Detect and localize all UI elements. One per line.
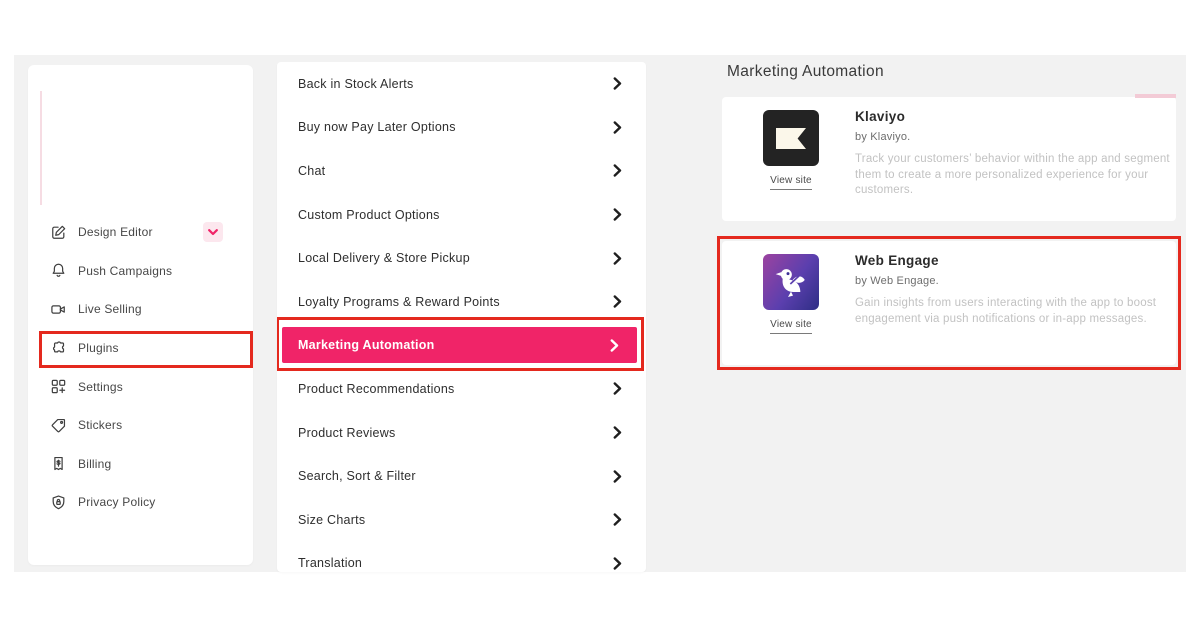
category-label: Back in Stock Alerts — [298, 77, 413, 91]
view-site-link[interactable]: View site — [770, 175, 812, 190]
chevron-right-icon — [613, 77, 622, 90]
shield-lock-icon — [49, 493, 67, 511]
bell-icon — [49, 262, 67, 280]
category-label: Loyalty Programs & Reward Points — [298, 295, 500, 309]
bird-icon — [771, 262, 811, 302]
sidebar-item-label: Privacy Policy — [78, 495, 155, 509]
sidebar-item-label: Live Selling — [78, 302, 142, 316]
category-label: Custom Product Options — [298, 208, 440, 222]
sidebar-item-label: Stickers — [78, 418, 122, 432]
sidebar-item-live-selling[interactable]: Live Selling — [28, 290, 253, 329]
sidebar-item-plugins[interactable]: Plugins — [28, 329, 253, 368]
chevron-right-icon — [613, 121, 622, 134]
sidebar-item-label: Plugins — [78, 341, 119, 355]
category-label: Marketing Automation — [298, 338, 434, 352]
chevron-right-icon — [610, 339, 619, 352]
plugin-category-list: Back in Stock Alerts Buy now Pay Later O… — [277, 62, 646, 572]
chevron-down-icon[interactable] — [203, 222, 223, 242]
category-row-chat[interactable]: Chat — [277, 149, 646, 193]
category-row-search-sort-filter[interactable]: Search, Sort & Filter — [277, 454, 646, 498]
page-title: Marketing Automation — [727, 63, 884, 81]
scrollbar-fragment[interactable] — [1135, 94, 1176, 98]
plugin-name: Klaviyo — [855, 109, 1168, 124]
category-row-loyalty-programs[interactable]: Loyalty Programs & Reward Points — [277, 280, 646, 324]
category-row-custom-product-options[interactable]: Custom Product Options — [277, 193, 646, 237]
category-row-marketing-automation[interactable]: Marketing Automation — [277, 324, 646, 368]
category-row-back-in-stock-alerts[interactable]: Back in Stock Alerts — [277, 62, 646, 106]
puzzle-icon — [49, 339, 67, 357]
category-row-product-reviews[interactable]: Product Reviews — [277, 411, 646, 455]
chevron-right-icon — [613, 470, 622, 483]
webengage-logo — [763, 254, 819, 310]
edit-icon — [49, 223, 67, 241]
category-label: Local Delivery & Store Pickup — [298, 251, 470, 265]
klaviyo-logo — [763, 110, 819, 166]
sidebar-item-billing[interactable]: Billing — [28, 445, 253, 484]
klaviyo-flag-icon — [776, 128, 806, 149]
plugin-description: Gain insights from users interacting wit… — [855, 296, 1195, 327]
category-label: Product Reviews — [298, 426, 396, 440]
sidebar-nav: Design Editor Push Campaigns Live Sellin… — [28, 213, 253, 522]
category-row-size-charts[interactable]: Size Charts — [277, 498, 646, 542]
category-label: Product Recommendations — [298, 382, 455, 396]
sidebar-item-stickers[interactable]: Stickers — [28, 406, 253, 445]
sidebar-item-settings[interactable]: Settings — [28, 367, 253, 406]
grid-plus-icon — [49, 378, 67, 396]
tag-icon — [49, 416, 67, 434]
plugin-author: by Web Engage. — [855, 275, 1168, 287]
category-row-translation[interactable]: Translation — [277, 542, 646, 572]
category-label: Search, Sort & Filter — [298, 469, 416, 483]
category-label: Chat — [298, 164, 325, 178]
category-list-clip: Back in Stock Alerts Buy now Pay Later O… — [277, 62, 646, 572]
sidebar-item-label: Design Editor — [78, 225, 153, 239]
sidebar-item-privacy-policy[interactable]: Privacy Policy — [28, 483, 253, 522]
chevron-right-icon — [613, 295, 622, 308]
sidebar-item-label: Push Campaigns — [78, 264, 172, 278]
content-area: Design Editor Push Campaigns Live Sellin… — [14, 55, 1186, 572]
plugin-card-info: Klaviyo by Klaviyo. Track your customers… — [855, 109, 1168, 199]
chevron-right-icon — [613, 208, 622, 221]
webengage-logo-column: View site — [763, 254, 819, 334]
category-label: Buy now Pay Later Options — [298, 120, 456, 134]
plugin-description: Track your customers’ behavior within th… — [855, 152, 1177, 199]
sidebar: Design Editor Push Campaigns Live Sellin… — [28, 65, 253, 565]
plugin-card-webengage: View site Web Engage by Web Engage. Gain… — [722, 241, 1176, 365]
sidebar-item-label: Billing — [78, 457, 111, 471]
sidebar-item-push-campaigns[interactable]: Push Campaigns — [28, 252, 253, 291]
category-label: Size Charts — [298, 513, 365, 527]
logo-placeholder — [40, 91, 42, 205]
category-row-product-recommendations[interactable]: Product Recommendations — [277, 367, 646, 411]
plugin-name: Web Engage — [855, 253, 1168, 268]
chevron-right-icon — [613, 382, 622, 395]
chevron-right-icon — [613, 252, 622, 265]
chevron-right-icon — [613, 164, 622, 177]
klaviyo-logo-column: View site — [763, 110, 819, 190]
chevron-right-icon — [613, 513, 622, 526]
view-site-link[interactable]: View site — [770, 319, 812, 334]
plugin-author: by Klaviyo. — [855, 131, 1168, 143]
receipt-icon — [49, 455, 67, 473]
category-label: Translation — [298, 556, 362, 570]
sidebar-item-label: Settings — [78, 380, 123, 394]
plugin-card-info: Web Engage by Web Engage. Gain insights … — [855, 253, 1168, 327]
category-row-local-delivery[interactable]: Local Delivery & Store Pickup — [277, 236, 646, 280]
plugin-card-klaviyo: View site Klaviyo by Klaviyo. Track your… — [722, 97, 1176, 221]
chevron-right-icon — [613, 426, 622, 439]
category-row-buy-now-pay-later[interactable]: Buy now Pay Later Options — [277, 106, 646, 150]
chevron-right-icon — [613, 557, 622, 570]
sidebar-item-design-editor[interactable]: Design Editor — [28, 213, 253, 252]
video-camera-icon — [49, 300, 67, 318]
